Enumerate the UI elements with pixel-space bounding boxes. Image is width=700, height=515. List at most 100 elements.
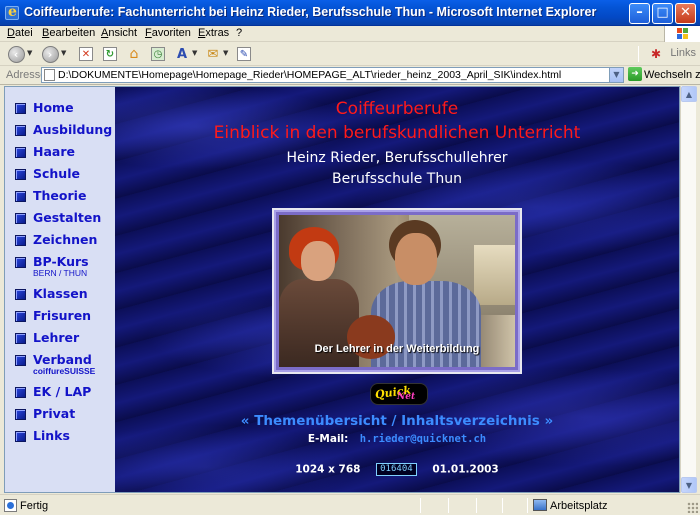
- status-separator: [476, 498, 477, 513]
- forward-dropdown-icon[interactable]: ▼: [61, 49, 66, 57]
- nav-item-frisuren[interactable]: Frisuren: [15, 308, 91, 323]
- font-size-dropdown-icon[interactable]: ▼: [192, 49, 197, 57]
- square-bullet-icon: [15, 333, 26, 344]
- nav-item-bp-kurs[interactable]: BP-Kurs BERN / THUN: [15, 254, 89, 278]
- square-bullet-icon: [15, 169, 26, 180]
- refresh-icon: ↻: [103, 47, 117, 61]
- forward-icon: ›: [41, 45, 59, 63]
- scroll-down-icon[interactable]: ▼: [681, 477, 697, 493]
- nav-label[interactable]: Frisuren: [33, 308, 91, 323]
- nav-label[interactable]: BP-Kurs: [33, 254, 89, 269]
- nav-item-home[interactable]: Home: [15, 100, 74, 115]
- nav-label[interactable]: Zeichnen: [33, 232, 97, 247]
- nav-item-lehrer[interactable]: Lehrer: [15, 330, 79, 345]
- page-icon: [44, 69, 55, 81]
- security-zone: Arbeitsplatz: [550, 500, 608, 512]
- menu-ansicht[interactable]: Ansicht: [101, 27, 137, 39]
- status-separator: [527, 498, 528, 513]
- page-viewport: Home Ausbildung Haare Schule Theorie Ges…: [4, 86, 680, 493]
- status-separator: [420, 498, 421, 513]
- vertical-scrollbar[interactable]: ▲ ▼: [680, 86, 697, 493]
- school-line: Berufsschule Thun: [332, 171, 462, 187]
- forward-button[interactable]: ›: [40, 45, 60, 63]
- footer-row: 1024 x 768 016404 01.01.2003: [115, 463, 679, 476]
- status-separator: [502, 498, 503, 513]
- maximize-button[interactable]: □: [652, 3, 673, 24]
- email-label: E-Mail:: [307, 433, 349, 445]
- nav-label[interactable]: EK / LAP: [33, 384, 91, 399]
- nav-item-schule[interactable]: Schule: [15, 166, 80, 181]
- menu-bearbeiten[interactable]: Bearbeiten: [42, 27, 95, 39]
- messenger-button[interactable]: ✱: [646, 45, 666, 63]
- resize-grip-icon[interactable]: [687, 502, 698, 513]
- go-arrow-icon[interactable]: ➜: [628, 67, 642, 81]
- links-toolbar-label[interactable]: Links: [670, 47, 696, 59]
- menu-help[interactable]: ?: [236, 27, 242, 39]
- stop-button[interactable]: ✕: [76, 45, 96, 63]
- nav-item-zeichnen[interactable]: Zeichnen: [15, 232, 97, 247]
- toolbar-separator: [638, 46, 639, 62]
- close-button[interactable]: ✕: [675, 3, 696, 24]
- menu-datei[interactable]: Datei: [7, 27, 33, 39]
- square-bullet-icon: [15, 257, 26, 268]
- scroll-up-icon[interactable]: ▲: [681, 86, 697, 102]
- edit-button[interactable]: ✎: [234, 45, 254, 63]
- computer-zone-icon: [533, 499, 547, 511]
- back-icon: ‹: [7, 45, 25, 63]
- mail-button[interactable]: ✉: [203, 45, 223, 63]
- refresh-button[interactable]: ↻: [100, 45, 120, 63]
- nav-label[interactable]: Klassen: [33, 286, 88, 301]
- nav-label[interactable]: Schule: [33, 166, 80, 181]
- nav-label[interactable]: Privat: [33, 406, 75, 421]
- address-field[interactable]: D:\DOKUMENTE\Homepage\Homepage_Rieder\HO…: [41, 67, 624, 83]
- square-bullet-icon: [15, 213, 26, 224]
- font-size-button[interactable]: A: [172, 45, 192, 63]
- back-button[interactable]: ‹: [6, 45, 26, 63]
- nav-label[interactable]: Verband: [33, 352, 95, 367]
- back-dropdown-icon[interactable]: ▼: [27, 49, 32, 57]
- square-bullet-icon: [15, 191, 26, 202]
- nav-label[interactable]: Ausbildung: [33, 122, 112, 137]
- nav-item-ausbildung[interactable]: Ausbildung: [15, 122, 112, 137]
- nav-label[interactable]: Home: [33, 100, 74, 115]
- mail-icon: ✉: [207, 46, 219, 62]
- toc-link[interactable]: « Themenübersicht / Inhaltsverzeichnis »: [115, 413, 679, 429]
- nav-label[interactable]: Haare: [33, 144, 75, 159]
- toolbar: ‹ ▼ › ▼ ✕ ↻ ⌂ ◷ A ▼ ✉ ▼ ✎ ✱: [0, 42, 700, 66]
- nav-item-privat[interactable]: Privat: [15, 406, 75, 421]
- resolution-text: 1024 x 768: [295, 463, 361, 476]
- nav-item-ek-lap[interactable]: EK / LAP: [15, 384, 91, 399]
- nav-item-haare[interactable]: Haare: [15, 144, 75, 159]
- history-button[interactable]: ◷: [148, 45, 168, 63]
- nav-item-theorie[interactable]: Theorie: [15, 188, 86, 203]
- mail-dropdown-icon[interactable]: ▼: [223, 49, 228, 57]
- nav-label[interactable]: Lehrer: [33, 330, 79, 345]
- nav-label[interactable]: Links: [33, 428, 70, 443]
- ie-logo-icon: [5, 4, 19, 20]
- address-url[interactable]: D:\DOKUMENTE\Homepage\Homepage_Rieder\HO…: [58, 69, 561, 81]
- square-bullet-icon: [15, 147, 26, 158]
- email-link[interactable]: h.rieder@quicknet.ch: [360, 433, 486, 445]
- go-button[interactable]: Wechseln zu: [644, 69, 700, 81]
- minimize-button[interactable]: –: [629, 3, 650, 24]
- quicknet-logo[interactable]: Quick Net: [370, 383, 428, 405]
- date-text: 01.01.2003: [432, 463, 499, 476]
- nav-item-verband[interactable]: Verband coiffureSUISSE: [15, 352, 95, 376]
- home-icon: ⌂: [129, 46, 139, 62]
- square-bullet-icon: [15, 355, 26, 366]
- nav-label[interactable]: Gestalten: [33, 210, 101, 225]
- nav-item-gestalten[interactable]: Gestalten: [15, 210, 101, 225]
- menu-extras[interactable]: Extras: [198, 27, 229, 39]
- square-bullet-icon: [15, 125, 26, 136]
- main-content: Coiffeurberufe Einblick in den berufskun…: [115, 87, 679, 492]
- nav-sublabel: coiffureSUISSE: [33, 366, 96, 376]
- address-bar: Adresse D:\DOKUMENTE\Homepage\Homepage_R…: [0, 66, 700, 85]
- nav-item-links[interactable]: Links: [15, 428, 70, 443]
- home-button[interactable]: ⌂: [124, 45, 144, 63]
- nav-item-klassen[interactable]: Klassen: [15, 286, 88, 301]
- nav-label[interactable]: Theorie: [33, 188, 86, 203]
- menu-favoriten[interactable]: Favoriten: [145, 27, 191, 39]
- photo-frame: Der Lehrer in der Weiterbildung: [272, 208, 522, 374]
- address-dropdown-icon[interactable]: ▼: [609, 68, 623, 82]
- history-icon: ◷: [151, 47, 165, 61]
